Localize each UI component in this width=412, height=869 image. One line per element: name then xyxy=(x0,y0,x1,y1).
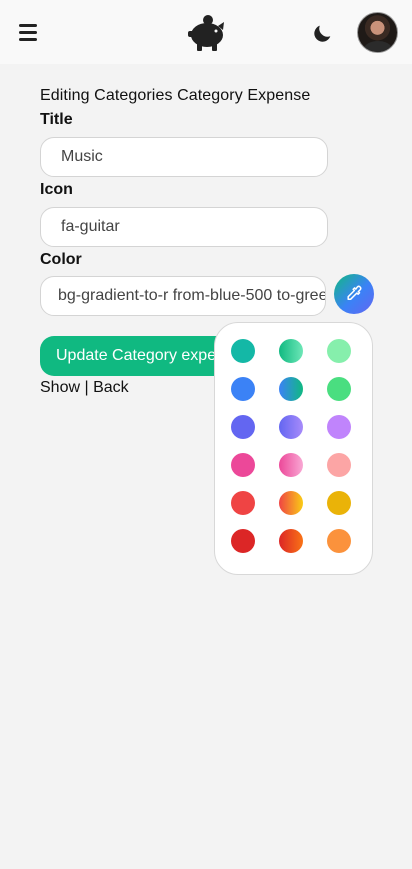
color-picker-button[interactable] xyxy=(334,274,374,314)
color-swatch[interactable] xyxy=(231,491,255,515)
color-swatch[interactable] xyxy=(327,453,351,477)
color-swatch[interactable] xyxy=(231,377,255,401)
color-swatch[interactable] xyxy=(279,415,303,439)
color-swatch[interactable] xyxy=(327,415,351,439)
color-swatch[interactable] xyxy=(279,453,303,477)
color-swatch[interactable] xyxy=(231,339,255,363)
link-separator: | xyxy=(84,379,89,396)
icon-label: Icon xyxy=(40,181,73,198)
color-swatch[interactable] xyxy=(231,529,255,553)
color-swatch[interactable] xyxy=(279,529,303,553)
icon-input[interactable] xyxy=(40,207,328,247)
color-swatch[interactable] xyxy=(279,377,303,401)
color-swatch[interactable] xyxy=(231,415,255,439)
show-link[interactable]: Show xyxy=(40,379,80,396)
back-link[interactable]: Back xyxy=(93,379,129,396)
update-category-button[interactable]: Update Category expense xyxy=(40,336,240,376)
hamburger-menu-icon[interactable] xyxy=(19,24,37,41)
color-swatch[interactable] xyxy=(279,339,303,363)
footer-links: Show | Back xyxy=(40,379,129,397)
color-swatch[interactable] xyxy=(327,377,351,401)
color-label: Color xyxy=(40,251,82,268)
color-palette-popover xyxy=(214,322,373,575)
color-swatch[interactable] xyxy=(231,453,255,477)
moon-icon[interactable] xyxy=(312,22,334,44)
color-input[interactable] xyxy=(40,276,326,316)
color-swatch[interactable] xyxy=(279,491,303,515)
color-swatch[interactable] xyxy=(327,529,351,553)
top-navbar xyxy=(0,0,412,64)
piggy-bank-icon[interactable] xyxy=(184,12,228,52)
avatar[interactable] xyxy=(357,12,398,53)
page-title: Editing Categories Category Expense xyxy=(40,87,311,104)
eyedropper-icon xyxy=(347,285,362,300)
color-swatch[interactable] xyxy=(327,491,351,515)
title-label: Title xyxy=(40,111,73,128)
title-input[interactable] xyxy=(40,137,328,177)
color-swatch[interactable] xyxy=(327,339,351,363)
